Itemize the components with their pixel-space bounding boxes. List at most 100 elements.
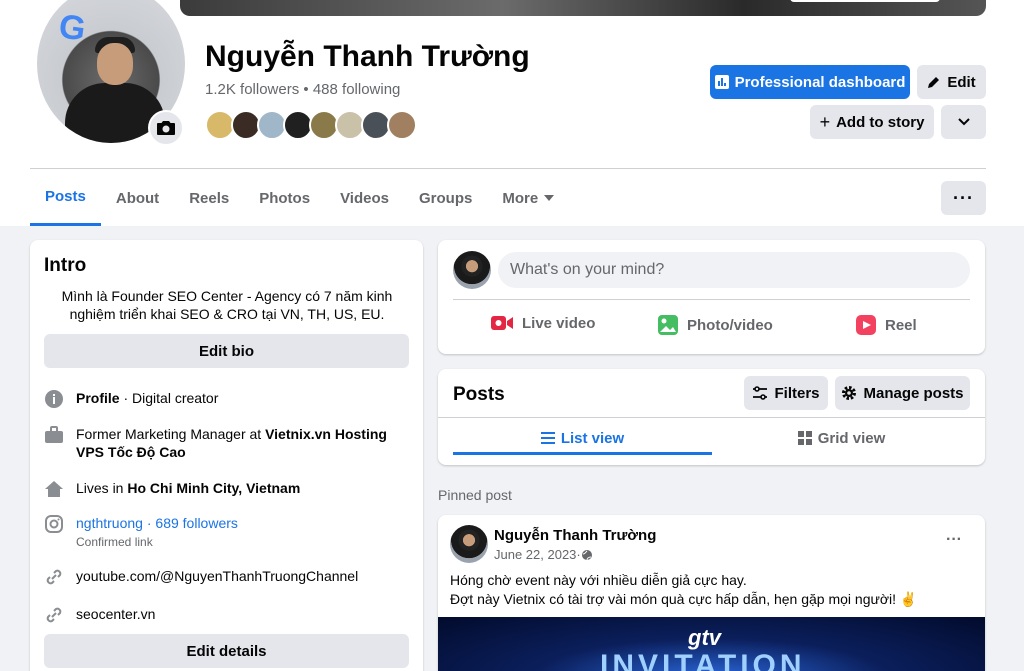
manage-posts-label: Manage posts	[863, 384, 964, 402]
intro-profile-row: Profile · Digital creator	[44, 389, 218, 409]
intro-bio: Mình là Founder SEO Center - Agency có 7…	[61, 288, 393, 322]
profile-tabs: Posts About Reels Photos Videos Groups M…	[30, 170, 569, 226]
avatar-head	[97, 43, 133, 85]
tab-posts[interactable]: Posts	[30, 170, 101, 226]
globe-icon	[581, 549, 592, 560]
photo-video-button[interactable]: Photo/video	[657, 314, 773, 336]
instagram-followers[interactable]: 689 followers	[155, 515, 238, 531]
tab-videos[interactable]: Videos	[325, 170, 404, 226]
briefcase-icon	[44, 425, 64, 445]
post-line: Đợt này Vietnix có tài trợ vài món quà c…	[450, 591, 918, 607]
link-icon	[44, 567, 64, 587]
intro-location-row: Lives in Ho Chi Minh City, Vietnam	[44, 479, 300, 499]
link-icon	[44, 605, 64, 625]
follower-avatars	[205, 110, 417, 140]
list-view-label: List view	[560, 429, 625, 447]
edit-cover-button[interactable]	[790, 0, 940, 2]
posts-card: Posts Filters Manage posts List view Gri…	[438, 369, 985, 465]
edit-details-button[interactable]: Edit details	[44, 634, 409, 668]
intro-youtube-row: youtube.com/@NguyenThanhTruongChannel	[44, 567, 358, 587]
header-divider	[30, 168, 986, 169]
tab-photos[interactable]: Photos	[244, 170, 325, 226]
instagram-confirmed: Confirmed link	[76, 535, 153, 549]
filters-button[interactable]: Filters	[744, 376, 828, 410]
followers-count[interactable]: 1.2K followers	[205, 81, 299, 98]
tab-about[interactable]: About	[101, 170, 174, 226]
follow-counts: 1.2K followers • 488 following	[205, 81, 400, 98]
post-text: Hóng chờ event này với nhiều diễn giả cự…	[450, 571, 917, 609]
intro-website-row: seocenter.vn	[44, 605, 155, 625]
work-prefix: Former Marketing Manager at	[76, 426, 266, 442]
gear-icon	[842, 386, 857, 400]
grid-icon	[797, 431, 812, 445]
follow-separator: •	[303, 81, 309, 98]
manage-posts-button[interactable]: Manage posts	[835, 376, 970, 410]
lives-prefix: Lives in	[76, 480, 128, 496]
pencil-icon	[928, 77, 940, 88]
following-count[interactable]: 488 following	[313, 81, 401, 98]
edit-label: Edit	[947, 73, 976, 91]
more-options-dropdown[interactable]	[941, 105, 986, 139]
tab-more[interactable]: More	[487, 170, 569, 226]
website-link[interactable]: seocenter.vn	[76, 605, 155, 623]
reel-button[interactable]: Reel	[855, 314, 917, 336]
composer-avatar[interactable]	[453, 251, 491, 289]
add-to-story-button[interactable]: + Add to story	[810, 105, 934, 139]
dashboard-icon	[714, 75, 729, 89]
home-icon	[44, 479, 64, 499]
camera-icon[interactable]	[148, 110, 184, 146]
composer-divider	[453, 299, 970, 300]
plus-icon: +	[819, 111, 831, 132]
pinned-post-label: Pinned post	[438, 487, 512, 503]
intro-work-row: Former Marketing Manager at Vietnix.vn H…	[44, 425, 396, 461]
chevron-down-icon	[957, 118, 970, 126]
google-logo-graphic: G	[56, 7, 89, 49]
post-options-icon[interactable]: ···	[946, 531, 962, 549]
live-video-icon	[491, 316, 513, 330]
professional-dashboard-label: Professional dashboard	[734, 73, 906, 91]
instagram-icon	[44, 514, 64, 534]
youtube-link[interactable]: youtube.com/@NguyenThanhTruongChannel	[76, 567, 358, 585]
cover-photo[interactable]	[180, 0, 986, 16]
composer-card: What's on your mind? Live video Photo/vi…	[438, 240, 985, 354]
photo-video-label: Photo/video	[687, 316, 773, 334]
post-date[interactable]: June 22, 2023	[494, 547, 576, 562]
post-meta: June 22, 2023 ·	[494, 547, 593, 562]
follower-avatar[interactable]	[387, 110, 417, 140]
filters-icon	[753, 386, 768, 400]
lives-city[interactable]: Ho Chi Minh City, Vietnam	[127, 480, 300, 496]
post-line: Hóng chờ event này với nhiều diễn giả cự…	[450, 572, 747, 588]
post-image[interactable]: gtv INVITATION	[438, 617, 985, 671]
list-view-tab[interactable]: List view	[453, 421, 712, 455]
professional-dashboard-button[interactable]: Professional dashboard	[710, 65, 910, 99]
grid-view-label: Grid view	[817, 429, 886, 447]
tab-reels[interactable]: Reels	[174, 170, 244, 226]
live-video-button[interactable]: Live video	[490, 314, 595, 332]
instagram-handle[interactable]: ngthtruong	[76, 515, 143, 531]
list-icon	[540, 432, 555, 444]
reel-icon	[856, 315, 876, 335]
pinned-post-card: Nguyễn Thanh Trường June 22, 2023 · ··· …	[438, 515, 985, 671]
photo-icon	[658, 315, 678, 335]
posts-card-divider	[438, 417, 985, 418]
profile-name: Nguyễn Thanh Trường	[205, 40, 530, 73]
tabs-more-button[interactable]: ···	[941, 181, 986, 215]
post-author-avatar[interactable]	[450, 525, 488, 563]
tab-more-label: More	[502, 189, 539, 207]
posts-title: Posts	[453, 384, 505, 405]
post-author-name[interactable]: Nguyễn Thanh Trường	[494, 527, 656, 544]
post-image-brand: gtv	[688, 625, 721, 650]
status-input[interactable]: What's on your mind?	[498, 252, 970, 288]
info-icon	[44, 389, 64, 409]
intro-instagram-row: ngthtruong · 689 followers Confirmed lin…	[44, 514, 238, 551]
edit-profile-button[interactable]: Edit	[917, 65, 986, 99]
filters-label: Filters	[774, 384, 820, 402]
post-image-title: INVITATION	[600, 649, 806, 671]
list-view-underline	[453, 452, 712, 455]
add-to-story-label: Add to story	[836, 113, 925, 131]
edit-bio-button[interactable]: Edit bio	[44, 334, 409, 368]
instagram-separator: ·	[142, 515, 156, 531]
reel-label: Reel	[885, 316, 917, 334]
grid-view-tab[interactable]: Grid view	[712, 421, 971, 455]
tab-groups[interactable]: Groups	[404, 170, 487, 226]
